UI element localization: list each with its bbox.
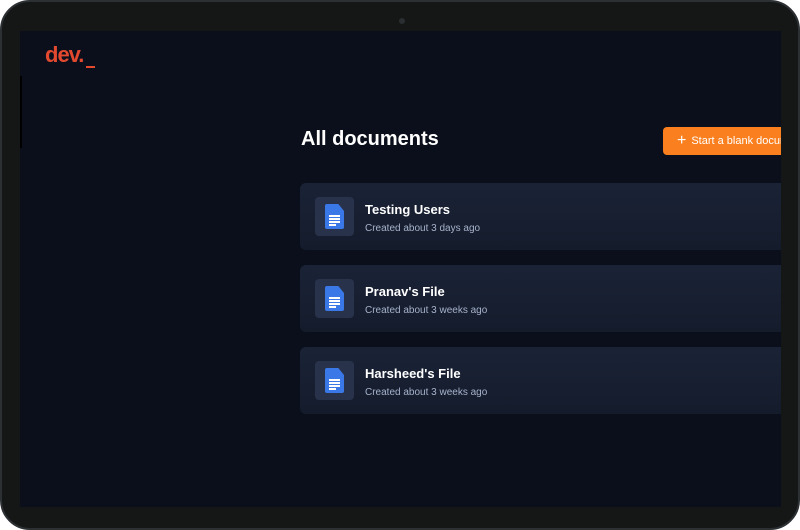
document-name: Testing Users: [365, 202, 451, 217]
start-blank-document-button[interactable]: + Start a blank document: [663, 127, 781, 155]
document-icon: [315, 197, 354, 236]
button-label: Start a blank document: [691, 135, 781, 147]
sidebar-edge: [20, 76, 22, 148]
document-icon: [315, 361, 354, 400]
document-created: Created about 3 days ago: [365, 223, 481, 234]
plus-icon: +: [677, 132, 687, 149]
document-name: Harsheed's File: [365, 366, 461, 381]
app-screen: dev. All documents + Start a blank docume…: [20, 31, 781, 507]
document-name: Pranav's File: [365, 284, 445, 299]
document-card[interactable]: Testing Users Created about 3 days ago: [300, 183, 781, 250]
logo[interactable]: dev.: [45, 42, 84, 68]
document-icon: [315, 279, 354, 318]
document-card[interactable]: Pranav's File Created about 3 weeks ago: [300, 265, 781, 332]
page-title: All documents: [301, 128, 439, 150]
camera: [399, 18, 405, 24]
document-created: Created about 3 weeks ago: [365, 387, 488, 398]
document-created: Created about 3 weeks ago: [365, 305, 488, 316]
logo-underline: [86, 66, 95, 68]
document-card[interactable]: Harsheed's File Created about 3 weeks ag…: [300, 347, 781, 414]
